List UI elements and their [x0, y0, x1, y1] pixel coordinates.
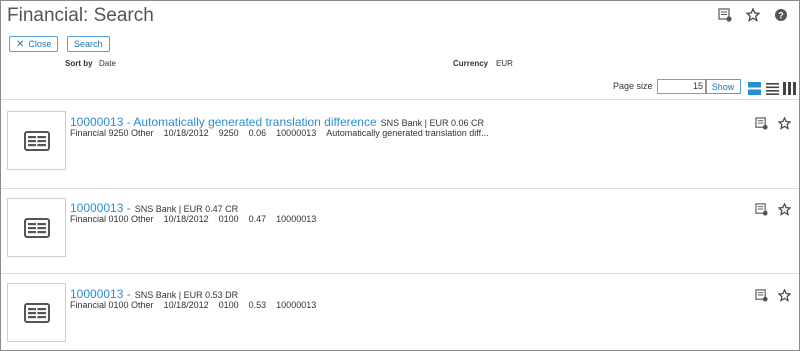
list-settings-icon[interactable] — [755, 287, 768, 306]
show-button[interactable]: Show — [705, 79, 741, 94]
result-details: Financial 9250 Other 10/18/2012 9250 0.06 10… — [70, 128, 499, 138]
list-view-icon[interactable] — [766, 80, 779, 99]
result-actions — [755, 201, 792, 220]
result-thumbnail[interactable] — [7, 111, 66, 170]
list-settings-icon[interactable] — [755, 201, 768, 220]
currency-value[interactable]: EUR — [496, 59, 513, 68]
star-icon[interactable] — [777, 287, 792, 306]
result-meta: SNS Bank | EUR 0.06 CR — [380, 118, 485, 128]
close-icon: ✕ — [16, 38, 25, 50]
result-type: Financial 9250 Other — [70, 128, 154, 138]
sort-by-label: Sort by — [65, 59, 93, 68]
ledger-icon — [23, 217, 50, 238]
close-button[interactable]: ✕ Close — [9, 36, 59, 52]
column-view-icon[interactable] — [783, 80, 796, 99]
page-size-input[interactable]: 15 — [657, 79, 707, 94]
window: Financial: Search ? ✕ Close Search Sort … — [0, 0, 800, 351]
result-account: 0100 — [218, 300, 239, 310]
currency-label: Currency — [453, 59, 489, 68]
result-amount: 0.06 — [248, 128, 267, 138]
result-account: 0100 — [218, 214, 239, 224]
result-link[interactable]: 10000013 - — [70, 287, 131, 301]
result-details: Financial 0100 Other 10/18/2012 0100 0.47 10… — [70, 214, 326, 224]
tile-view-icon[interactable] — [748, 80, 761, 99]
result-meta: SNS Bank | EUR 0.47 CR — [134, 204, 239, 214]
result-date: 10/18/2012 — [163, 214, 209, 224]
result-details: Financial 0100 Other 10/18/2012 0100 0.53 10… — [70, 300, 326, 310]
ledger-icon — [23, 302, 50, 323]
result-title[interactable]: 10000013 - SNS Bank | EUR 0.47 CR — [70, 201, 238, 215]
result-title[interactable]: 10000013 - SNS Bank | EUR 0.53 DR — [70, 287, 238, 301]
result-link[interactable]: 10000013 - Automatically generated trans… — [70, 115, 377, 129]
star-icon[interactable] — [745, 7, 761, 23]
result-amount: 0.47 — [248, 214, 267, 224]
divider — [1, 188, 799, 189]
divider — [1, 99, 799, 100]
sort-by-value[interactable]: Date — [99, 59, 116, 68]
result-title[interactable]: 10000013 - Automatically generated trans… — [70, 115, 484, 129]
result-ref: 10000013 — [276, 214, 317, 224]
divider — [1, 273, 799, 274]
result-ref: 10000013 — [276, 300, 317, 310]
result-amount: 0.53 — [248, 300, 267, 310]
result-type: Financial 0100 Other — [70, 300, 154, 310]
result-date: 10/18/2012 — [163, 300, 209, 310]
ledger-icon — [23, 130, 50, 151]
result-type: Financial 0100 Other — [70, 214, 154, 224]
search-button[interactable]: Search — [67, 36, 110, 52]
star-icon[interactable] — [777, 115, 792, 134]
star-icon[interactable] — [777, 201, 792, 220]
result-meta: SNS Bank | EUR 0.53 DR — [134, 290, 239, 300]
top-toolbar: ? — [717, 7, 789, 23]
result-actions — [755, 115, 792, 134]
result-actions — [755, 287, 792, 306]
result-ref: 10000013 — [276, 128, 317, 138]
page-title: Financial: Search — [7, 5, 154, 26]
list-settings-icon[interactable] — [755, 115, 768, 134]
svg-text:?: ? — [778, 10, 784, 20]
page-size-label: Page size — [613, 81, 653, 91]
result-thumbnail[interactable] — [7, 283, 66, 342]
result-link[interactable]: 10000013 - — [70, 201, 131, 215]
result-account: 9250 — [218, 128, 239, 138]
result-thumbnail[interactable] — [7, 198, 66, 257]
result-date: 10/18/2012 — [163, 128, 209, 138]
help-icon[interactable]: ? — [773, 7, 789, 23]
list-settings-icon[interactable] — [717, 7, 733, 23]
result-description: Automatically generated translation diff… — [326, 128, 489, 138]
